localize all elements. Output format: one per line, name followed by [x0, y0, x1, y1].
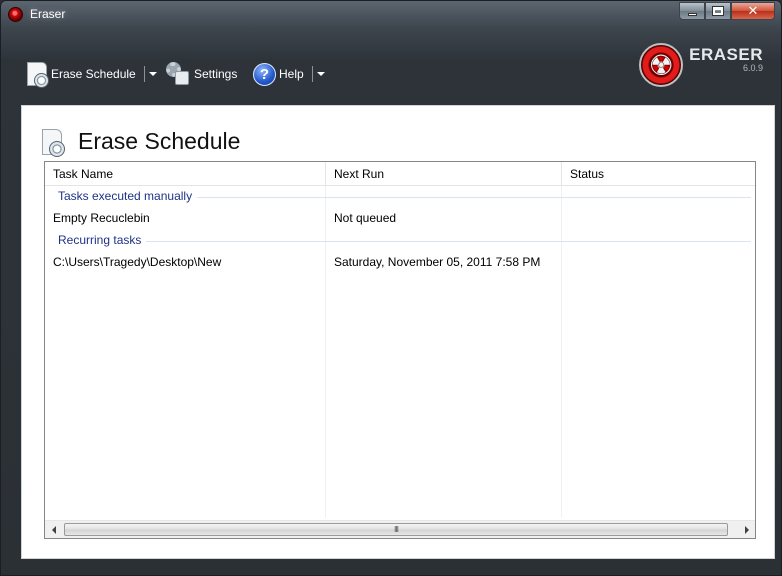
brand-text: ERASER 6.0.9	[689, 45, 763, 73]
minimize-icon	[687, 12, 697, 16]
close-icon: ✕	[747, 3, 759, 19]
list-header: Task Name Next Run Status	[45, 162, 755, 186]
brand-name: ERASER	[689, 45, 763, 64]
column-header-status[interactable]: Status	[562, 162, 755, 186]
group-header-recurring[interactable]: Recurring tasks	[45, 233, 755, 251]
title-bar[interactable]: Eraser ✕	[1, 1, 781, 27]
main-panel: Erase Schedule Task Name Next Run Status…	[21, 105, 775, 559]
column-header-next-run[interactable]: Next Run	[326, 162, 562, 186]
task-name-cell: Empty Recuclebin	[53, 211, 150, 225]
table-row[interactable]: Empty Recuclebin Not queued	[45, 207, 755, 229]
settings-toolbar-item[interactable]: Settings	[166, 59, 237, 89]
scroll-right-button[interactable]	[738, 521, 755, 538]
group-divider	[58, 241, 751, 242]
group-label: Tasks executed manually	[58, 189, 198, 203]
close-button[interactable]: ✕	[731, 2, 775, 20]
toolbar-separator	[311, 66, 313, 82]
arrow-right-icon	[744, 525, 749, 534]
column-header-task-name[interactable]: Task Name	[45, 162, 326, 186]
minimize-button[interactable]	[679, 2, 705, 20]
group-label: Recurring tasks	[58, 233, 147, 247]
caption-buttons: ✕	[679, 2, 775, 20]
erase-schedule-toolbar-item: Erase Schedule	[27, 59, 157, 89]
toolbar-separator	[143, 66, 145, 82]
arrow-left-icon	[51, 525, 56, 534]
window-title: Eraser	[30, 7, 66, 21]
eraser-logo-icon	[639, 43, 684, 87]
page-header: Erase Schedule	[42, 128, 241, 157]
page-title: Erase Schedule	[78, 128, 241, 154]
maximize-button[interactable]	[705, 2, 731, 20]
help-icon[interactable]: ?	[253, 62, 276, 86]
app-window: Eraser ✕ Erase Schedule Settings ? Help …	[0, 0, 782, 576]
schedule-document-icon[interactable]	[27, 62, 49, 88]
scroll-left-button[interactable]	[45, 521, 62, 538]
scrollbar-thumb[interactable]: III	[64, 523, 728, 536]
erase-schedule-dropdown-icon[interactable]	[148, 72, 157, 76]
task-list[interactable]: Task Name Next Run Status Tasks executed…	[44, 161, 756, 539]
help-toolbar-item: ? Help	[253, 59, 325, 89]
task-name-cell: C:\Users\Tragedy\Desktop\New	[53, 255, 222, 269]
settings-button[interactable]: Settings	[194, 67, 237, 81]
help-button[interactable]: Help	[279, 67, 304, 81]
toolbar: Erase Schedule Settings ? Help ERASER 6.…	[9, 29, 775, 105]
schedule-document-icon	[42, 128, 65, 157]
next-run-cell: Saturday, November 05, 2011 7:58 PM	[334, 255, 541, 269]
maximize-icon	[712, 6, 724, 16]
table-row[interactable]: C:\Users\Tragedy\Desktop\New Saturday, N…	[45, 251, 755, 273]
horizontal-scrollbar[interactable]: III	[45, 520, 755, 538]
help-dropdown-icon[interactable]	[316, 72, 325, 76]
next-run-cell: Not queued	[334, 211, 397, 225]
group-header-manual[interactable]: Tasks executed manually	[45, 189, 755, 207]
erase-schedule-button[interactable]: Erase Schedule	[51, 67, 136, 81]
gear-icon	[166, 62, 190, 86]
scrollbar-grip: III	[393, 525, 399, 534]
brand-logo-area: ERASER 6.0.9	[639, 43, 763, 87]
eraser-app-icon[interactable]	[8, 7, 23, 22]
